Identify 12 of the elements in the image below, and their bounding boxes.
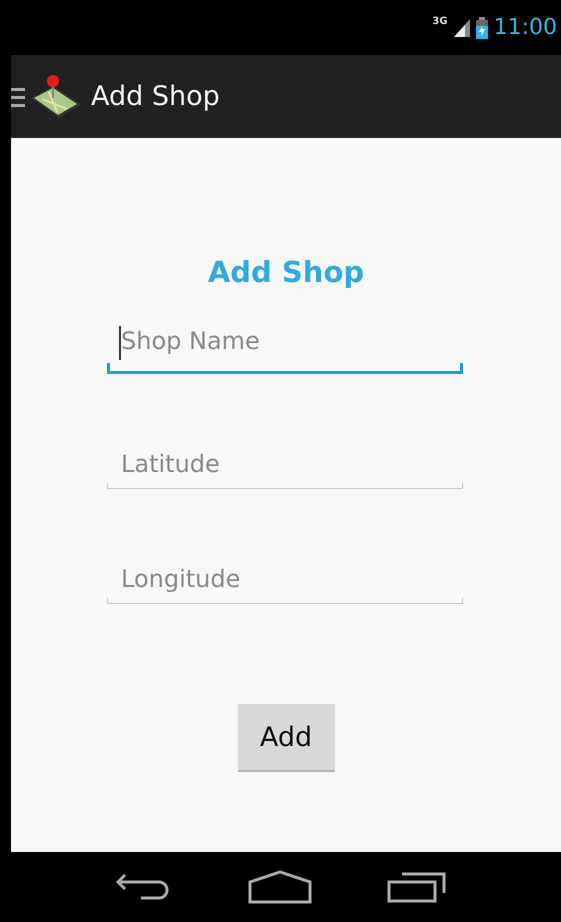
- clock: 11:00: [494, 15, 557, 40]
- text-field[interactable]: Latitude: [107, 450, 463, 484]
- text-field[interactable]: Shop Name: [119, 326, 475, 360]
- app-title: Add Shop: [91, 81, 220, 112]
- add-button[interactable]: Add: [238, 704, 334, 772]
- network-type: 3G: [432, 16, 448, 27]
- battery-icon: [476, 16, 488, 38]
- signal-icon: [454, 18, 470, 36]
- home-icon[interactable]: [248, 870, 312, 904]
- recent-apps-icon[interactable]: [387, 871, 447, 903]
- text-field[interactable]: Longitude: [107, 565, 463, 599]
- form-heading: Add Shop: [208, 255, 364, 291]
